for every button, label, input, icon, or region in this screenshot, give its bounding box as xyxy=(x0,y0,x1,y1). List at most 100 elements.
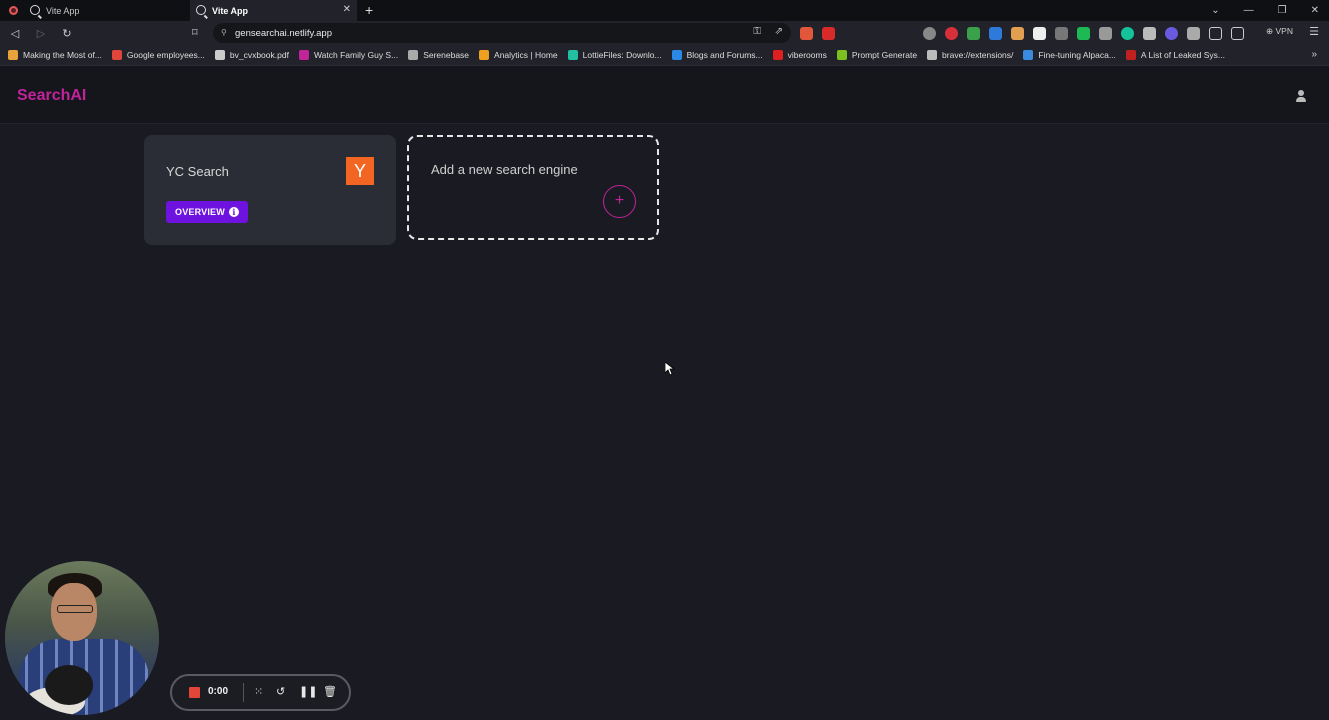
puzzle-icon[interactable] xyxy=(1187,26,1200,40)
yc-logo-icon: Y xyxy=(346,157,374,185)
vpn-button[interactable]: ⊕ VPN xyxy=(1266,26,1293,37)
bookmark-item[interactable]: LottieFiles: Downlo... xyxy=(567,50,662,60)
extension-icon[interactable] xyxy=(923,26,936,40)
more-bookmarks-icon[interactable]: » xyxy=(1311,49,1317,60)
restart-icon[interactable]: ↺ xyxy=(276,685,285,698)
bookmarks-bar: Making the Most of... Google employees...… xyxy=(0,45,1329,66)
browser-tab-1[interactable]: Vite App xyxy=(0,0,190,21)
search-favicon-icon xyxy=(196,5,206,15)
bookmark-item[interactable]: brave://extensions/ xyxy=(927,50,1013,60)
grid-icon[interactable]: ⁙ xyxy=(254,685,263,698)
bookmark-label: Serenebase xyxy=(423,50,470,60)
card-title: YC Search xyxy=(166,164,229,179)
extension-icon[interactable] xyxy=(1099,26,1112,40)
bookmark-label: Blogs and Forums... xyxy=(686,50,763,60)
bookmark-favicon-icon xyxy=(836,50,847,60)
overview-button[interactable]: OVERVIEW i xyxy=(166,201,248,223)
tab-close-icon[interactable]: ✕ xyxy=(343,4,351,15)
wallet-icon[interactable] xyxy=(1231,26,1244,40)
restore-button[interactable]: ❐ xyxy=(1278,5,1287,16)
tab-label: Vite App xyxy=(212,5,249,16)
bookmark-favicon-icon xyxy=(214,50,225,60)
bookmark-item[interactable]: bv_cvxbook.pdf xyxy=(214,50,289,60)
browser-tab-bar: Vite App Vite App ✕ + ⌄ — ❐ ✕ xyxy=(0,0,1329,21)
site-info-icon[interactable]: ⚲ xyxy=(221,28,229,37)
bookmark-item[interactable]: Serenebase xyxy=(408,50,469,60)
user-icon[interactable] xyxy=(1295,90,1307,102)
tab-label: Vite App xyxy=(46,5,80,16)
bookmark-favicon-icon xyxy=(408,50,419,60)
bookmark-item[interactable]: Blogs and Forums... xyxy=(671,50,763,60)
minimize-button[interactable]: — xyxy=(1244,5,1254,16)
mouse-cursor-icon xyxy=(665,362,675,376)
bookmark-label: LottieFiles: Downlo... xyxy=(582,50,662,60)
info-icon: i xyxy=(229,207,239,217)
bookmark-item[interactable]: Google employees... xyxy=(111,50,205,60)
extension-icon[interactable] xyxy=(1033,26,1046,40)
bookmark-favicon-icon xyxy=(111,50,122,60)
close-window-button[interactable]: ✕ xyxy=(1311,5,1319,16)
sidebar-icon[interactable] xyxy=(1209,26,1222,40)
url-text: gensearchai.netlify.app xyxy=(235,27,332,39)
bookmark-favicon-icon xyxy=(1125,50,1136,60)
search-engine-card[interactable]: YC Search Y OVERVIEW i xyxy=(144,135,396,245)
reload-button[interactable]: ↻ xyxy=(56,27,78,40)
extension-icon[interactable] xyxy=(1077,26,1090,40)
bookmark-favicon-icon xyxy=(8,50,18,60)
bookmark-item[interactable]: Analytics | Home xyxy=(479,50,558,60)
url-field[interactable]: ⚲ gensearchai.netlify.app ⚿ ⇗ xyxy=(213,23,791,43)
grammarly-icon[interactable] xyxy=(1121,26,1134,40)
vpn-label: VPN xyxy=(1275,26,1293,36)
extensions-row xyxy=(800,23,1244,43)
bookmark-label: Fine-tuning Alpaca... xyxy=(1038,50,1116,60)
brave-rewards-icon[interactable] xyxy=(822,26,835,40)
bookmark-icon[interactable]: ⌑ xyxy=(192,26,198,39)
pause-icon[interactable]: ❚❚ xyxy=(299,685,317,698)
bookmark-label: Analytics | Home xyxy=(494,50,558,60)
delete-icon[interactable]: 🗑 xyxy=(323,685,337,698)
extension-icon[interactable] xyxy=(1165,26,1178,40)
bookmark-label: Google employees... xyxy=(126,50,205,60)
stop-recording-button[interactable] xyxy=(189,687,200,698)
extension-icon[interactable] xyxy=(989,26,1002,40)
bookmark-label: brave://extensions/ xyxy=(942,50,1014,60)
key-icon[interactable]: ⚿ xyxy=(753,26,761,37)
bookmark-label: bv_cvxbook.pdf xyxy=(229,50,289,60)
forward-button[interactable]: ▷ xyxy=(30,27,52,40)
add-engine-button[interactable]: + xyxy=(603,185,636,218)
divider xyxy=(243,683,244,702)
bookmark-label: Watch Family Guy S... xyxy=(313,50,399,60)
bookmark-label: Prompt Generate xyxy=(851,50,918,60)
bookmark-label: Making the Most of... xyxy=(23,50,102,60)
search-favicon-icon xyxy=(30,5,40,15)
recording-time: 0:00 xyxy=(208,686,229,697)
bookmark-item[interactable]: Prompt Generate xyxy=(836,50,918,60)
bookmark-favicon-icon xyxy=(927,50,938,60)
bookmark-item[interactable]: A List of Leaked Sys... xyxy=(1125,50,1226,60)
bookmark-item[interactable]: Making the Most of... xyxy=(8,50,102,60)
bookmark-label: A List of Leaked Sys... xyxy=(1140,50,1226,60)
bookmark-favicon-icon xyxy=(772,50,783,60)
new-tab-button[interactable]: + xyxy=(365,0,373,21)
bookmark-item[interactable]: Fine-tuning Alpaca... xyxy=(1023,50,1116,60)
menu-icon[interactable]: ☰ xyxy=(1309,25,1319,38)
webcam-overlay xyxy=(5,561,159,715)
app-header: SearchAI xyxy=(0,66,1329,124)
extension-icon[interactable] xyxy=(967,26,980,40)
add-search-engine-card[interactable]: Add a new search engine + xyxy=(407,135,659,240)
app-logo[interactable]: SearchAI xyxy=(17,87,86,105)
extension-icon[interactable] xyxy=(1011,26,1024,40)
tab-search-icon[interactable]: ⌄ xyxy=(1211,5,1219,16)
bookmark-item[interactable]: Watch Family Guy S... xyxy=(298,50,399,60)
extension-icon[interactable] xyxy=(945,26,958,40)
share-icon[interactable]: ⇗ xyxy=(775,26,783,37)
window-controls: ⌄ — ❐ ✕ xyxy=(1211,0,1329,21)
extension-icon[interactable] xyxy=(1055,26,1068,40)
bookmark-favicon-icon xyxy=(298,50,309,60)
camera-icon[interactable] xyxy=(1143,26,1156,40)
bookmark-item[interactable]: viberooms xyxy=(772,50,827,60)
browser-tab-2[interactable]: Vite App ✕ xyxy=(190,0,357,21)
back-button[interactable]: ◁ xyxy=(4,27,26,40)
brave-shield-icon[interactable] xyxy=(800,26,813,40)
recorder-controls: 0:00 ⁙ ↺ ❚❚ 🗑 xyxy=(170,674,351,711)
